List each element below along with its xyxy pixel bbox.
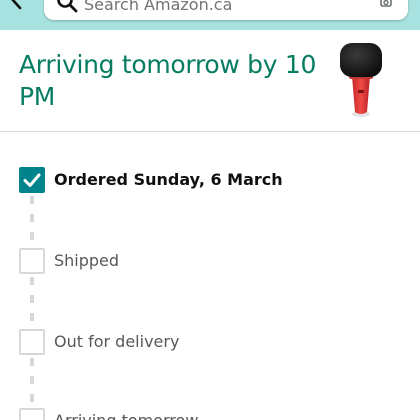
step-label-shipped: Shipped: [54, 251, 120, 270]
step-label-arriving: Arriving tomorrow: [54, 411, 198, 420]
back-arrow-icon[interactable]: [6, 0, 28, 10]
top-header: [0, 0, 420, 30]
step-checkbox-empty: [19, 248, 45, 274]
timeline-connector: [30, 277, 34, 329]
step-checkbox-checked: [19, 167, 45, 193]
timeline-connector: [30, 196, 34, 248]
step-label-out-for-delivery: Out for delivery: [54, 332, 180, 351]
search-bar[interactable]: [44, 0, 408, 20]
section-divider: [0, 131, 420, 132]
timeline-connector: [30, 358, 34, 406]
microphone-product-image[interactable]: [336, 40, 386, 120]
search-input[interactable]: [84, 0, 364, 14]
checkmark-icon: [23, 173, 41, 187]
step-checkbox-empty: [19, 329, 45, 355]
search-icon[interactable]: [56, 0, 78, 14]
arriving-title: Arriving tomorrow by 10 PM: [19, 50, 317, 111]
step-checkbox-empty: [19, 408, 45, 420]
step-label-ordered: Ordered Sunday, 6 March: [54, 170, 283, 189]
camera-scan-icon[interactable]: [374, 0, 398, 14]
